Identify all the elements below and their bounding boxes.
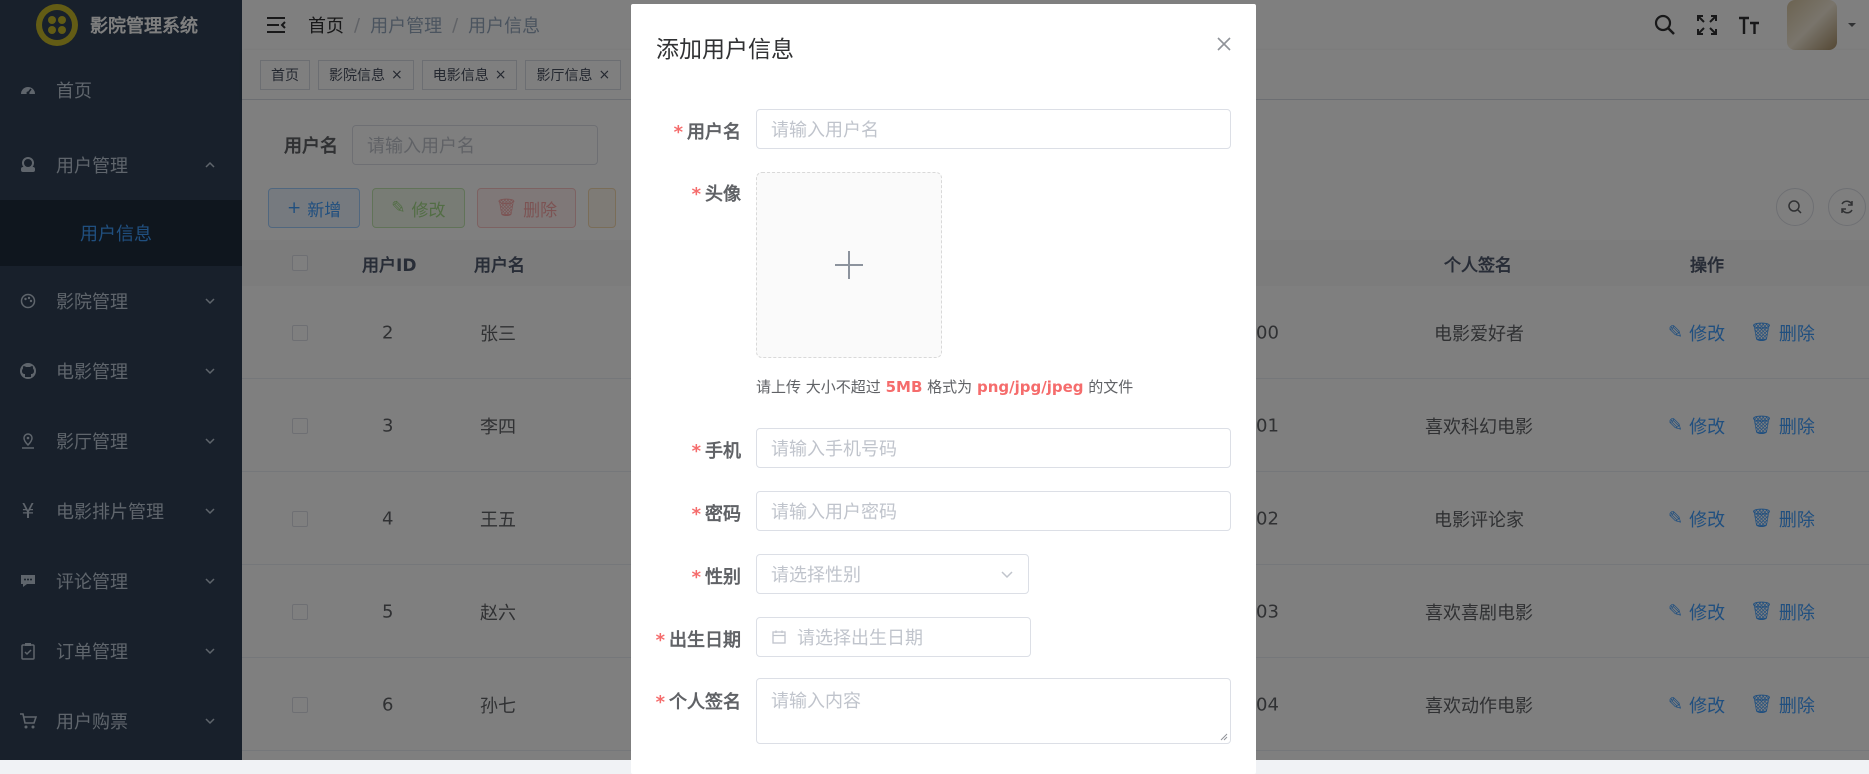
required-mark: * — [691, 567, 701, 588]
username-placeholder: 请输入用户名 — [771, 120, 879, 141]
required-mark: * — [673, 122, 683, 143]
signature-label: * 个人签名 — [631, 688, 741, 714]
upload-tip-size-text: 大小不超过 — [805, 378, 881, 396]
birthday-placeholder: 请选择出生日期 — [797, 628, 923, 649]
upload-tip-size: 5MB — [885, 378, 923, 396]
gender-select[interactable]: 请选择性别 — [756, 554, 1029, 594]
username-label: * 用户名 — [631, 118, 741, 144]
add-user-dialog: 添加用户信息 * 用户名 请输入用户名 * 头像 请上传 大小不超过 5MB 格式为… — [631, 4, 1256, 774]
avatar-uploader[interactable] — [756, 172, 942, 358]
required-mark: * — [691, 441, 701, 462]
birthday-label: * 出生日期 — [631, 626, 741, 652]
phone-label: * 手机 — [631, 437, 741, 463]
signature-textarea[interactable]: 请输入内容 — [756, 678, 1231, 744]
upload-tip-prefix: 请上传 — [756, 378, 802, 396]
avatar-label-text: 头像 — [705, 184, 741, 205]
signature-label-text: 个人签名 — [669, 692, 741, 713]
avatar-label: * 头像 — [631, 180, 741, 206]
required-mark: * — [691, 504, 701, 525]
gender-label-text: 性别 — [705, 567, 741, 588]
required-mark: * — [655, 630, 665, 651]
close-icon[interactable] — [1216, 36, 1232, 52]
phone-placeholder: 请输入手机号码 — [771, 439, 897, 460]
upload-tip-format-text: 格式为 — [927, 378, 973, 396]
gender-label: * 性别 — [631, 563, 741, 589]
required-mark: * — [691, 184, 701, 205]
upload-tip-formats: png/jpg/jpeg — [976, 378, 1084, 396]
chevron-down-icon — [1001, 571, 1013, 579]
password-label-text: 密码 — [705, 504, 741, 525]
dialog-title: 添加用户信息 — [656, 37, 794, 63]
username-label-text: 用户名 — [687, 122, 741, 143]
resize-handle-icon[interactable] — [1220, 733, 1228, 741]
username-input[interactable]: 请输入用户名 — [756, 109, 1231, 149]
calendar-icon — [772, 630, 786, 644]
upload-tip-suffix: 的文件 — [1088, 378, 1134, 396]
birthday-label-text: 出生日期 — [669, 630, 741, 651]
gender-placeholder: 请选择性别 — [771, 565, 861, 586]
password-input[interactable]: 请输入用户密码 — [756, 491, 1231, 531]
password-placeholder: 请输入用户密码 — [771, 502, 897, 523]
birthday-datepicker[interactable]: 请选择出生日期 — [756, 617, 1031, 657]
phone-input[interactable]: 请输入手机号码 — [756, 428, 1231, 468]
required-mark: * — [655, 692, 665, 713]
plus-icon — [835, 251, 863, 279]
signature-placeholder: 请输入内容 — [771, 691, 861, 712]
password-label: * 密码 — [631, 500, 741, 526]
phone-label-text: 手机 — [705, 441, 741, 462]
upload-tip: 请上传 大小不超过 5MB 格式为 png/jpg/jpeg 的文件 — [756, 376, 1133, 397]
